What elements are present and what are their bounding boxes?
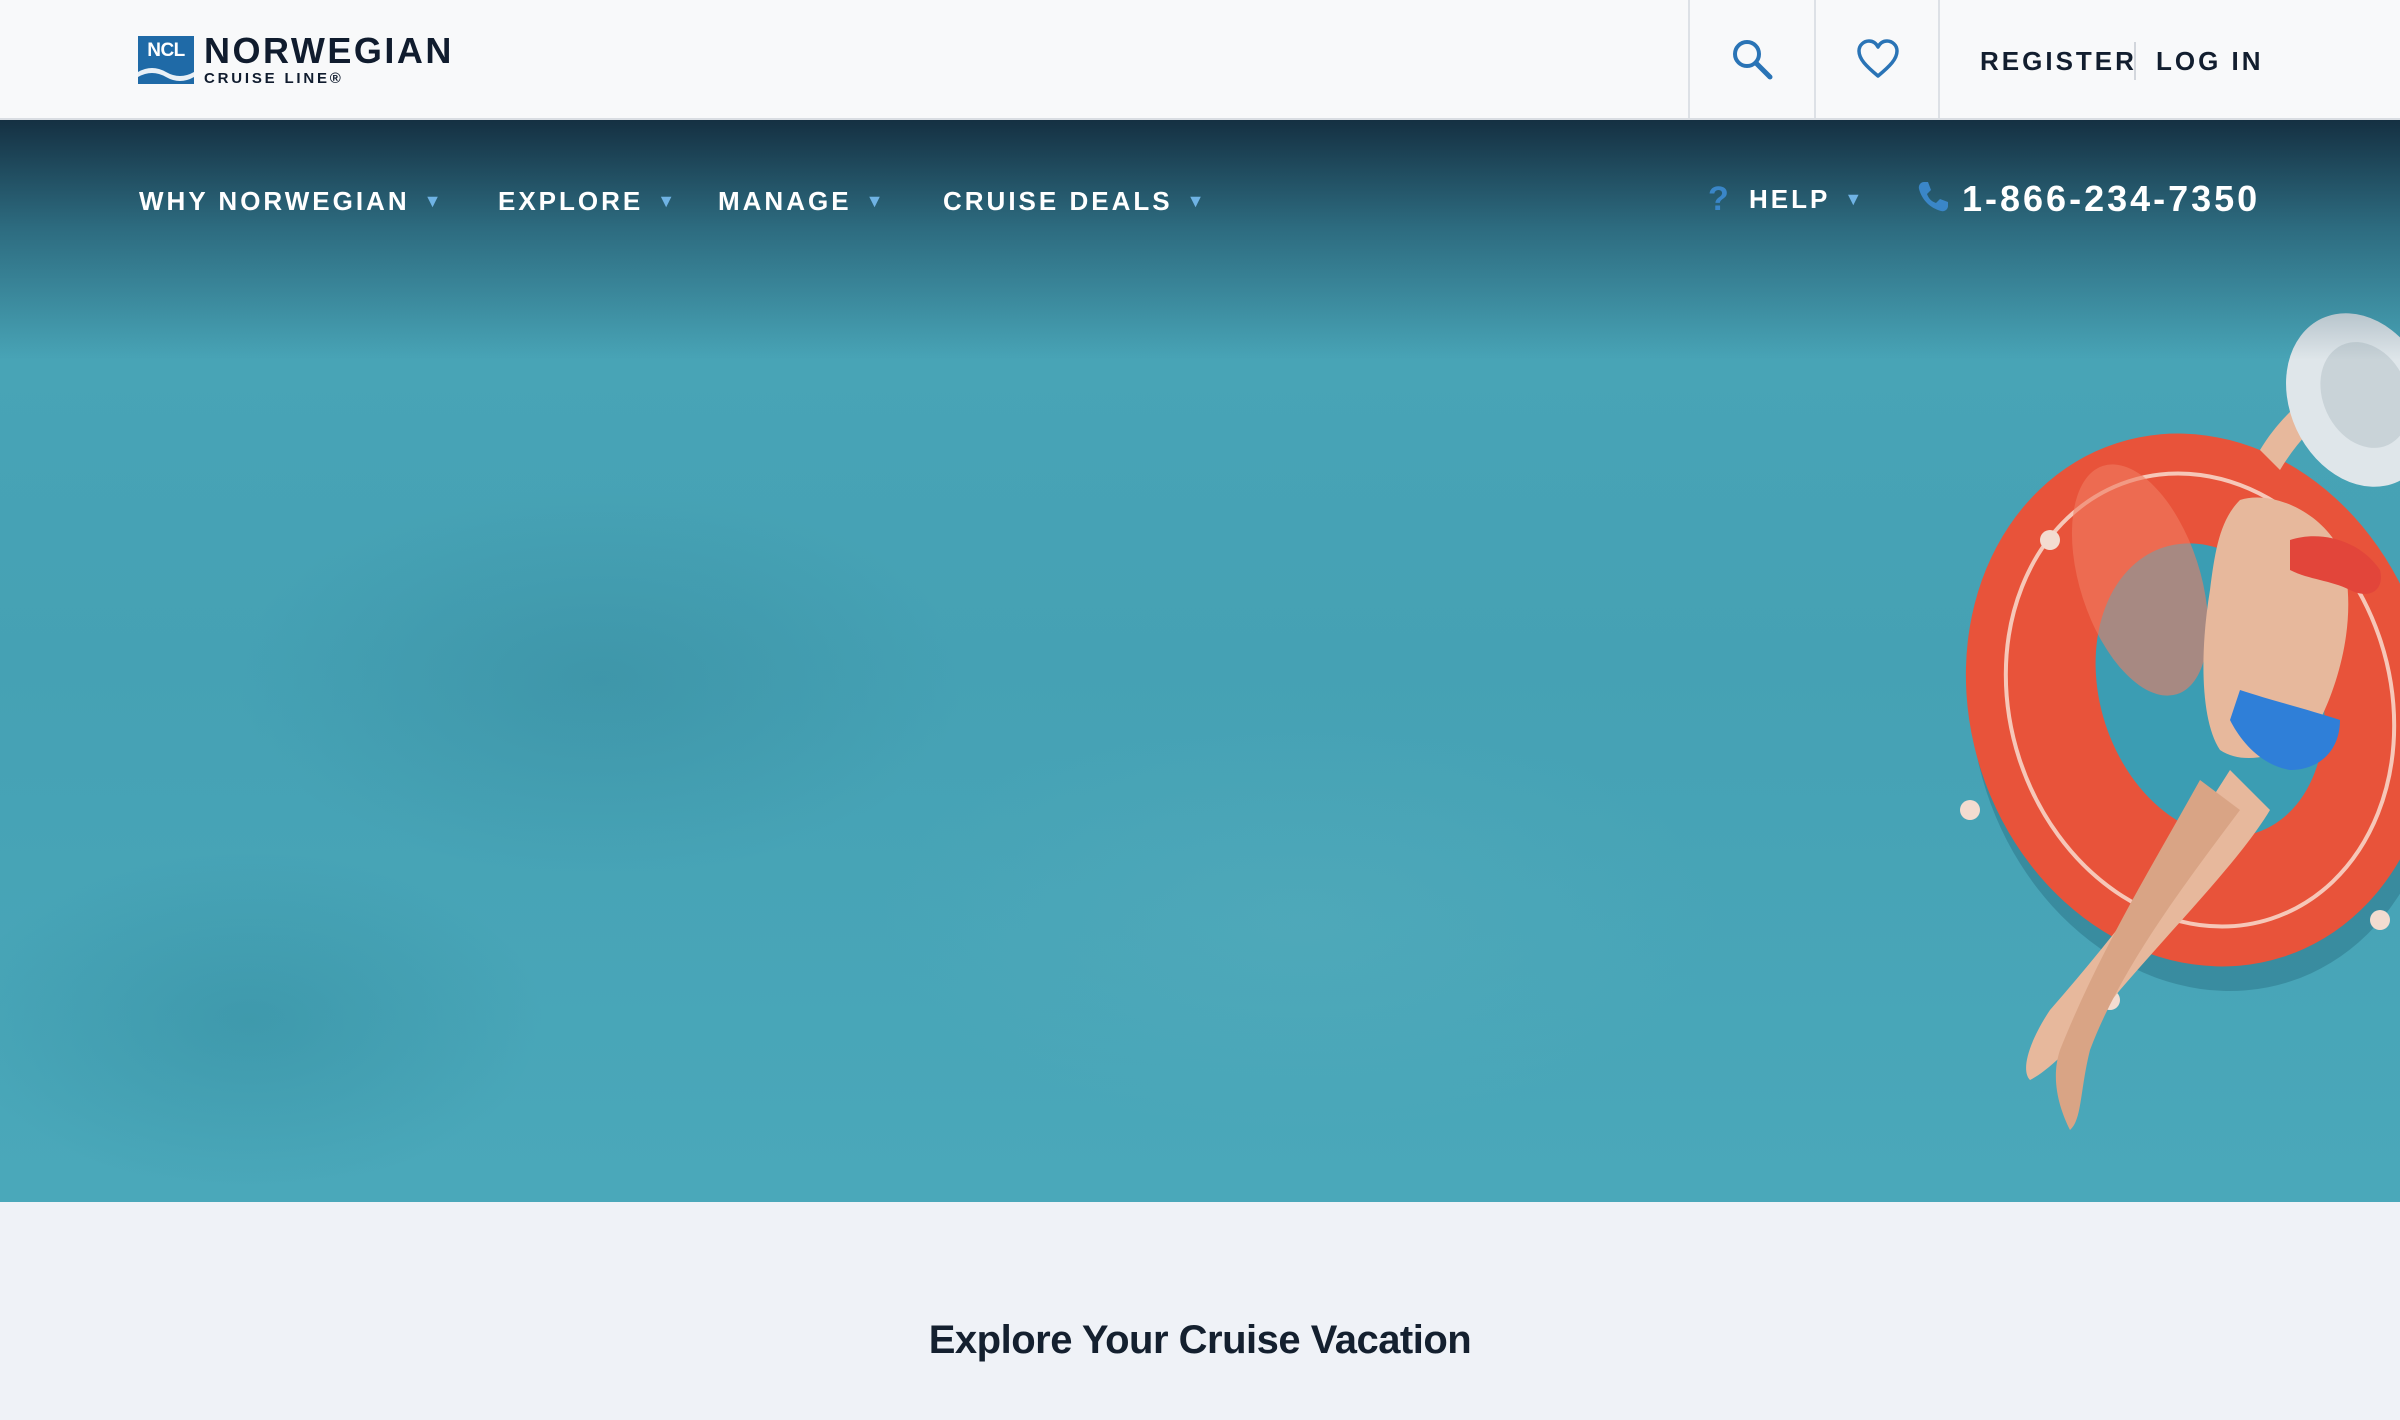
login-link[interactable]: LOG IN bbox=[2156, 46, 2264, 76]
caret-down-icon: ▼ bbox=[657, 191, 679, 211]
top-header: NCL NORWEGIAN CRUISE LINE® REGISTER LOG … bbox=[0, 0, 2400, 120]
register-link[interactable]: REGISTER bbox=[1980, 46, 2137, 76]
logo-badge-text: NCL bbox=[147, 40, 185, 61]
nav-manage[interactable]: MANAGE ▼ bbox=[718, 186, 886, 216]
nav-label: EXPLORE bbox=[498, 186, 644, 216]
nav-cruise-deals[interactable]: CRUISE DEALS ▼ bbox=[943, 186, 1207, 216]
wave-icon bbox=[138, 68, 194, 84]
caret-down-icon: ▼ bbox=[865, 191, 887, 211]
hero-banner bbox=[0, 120, 2400, 1202]
nav-label: MANAGE bbox=[718, 186, 852, 216]
caret-down-icon: ▼ bbox=[1186, 191, 1208, 211]
nav-shade-overlay bbox=[0, 120, 2400, 360]
nav-help[interactable]: HELP ▼ bbox=[1749, 184, 1865, 214]
caret-down-icon: ▼ bbox=[423, 191, 445, 211]
nav-label: HELP bbox=[1749, 184, 1831, 214]
brand-subtitle: CRUISE LINE® bbox=[204, 70, 344, 87]
search-button[interactable] bbox=[1688, 0, 1814, 118]
phone-number-link[interactable]: 1-866-234-7350 bbox=[1962, 178, 2260, 220]
nav-explore[interactable]: EXPLORE ▼ bbox=[498, 186, 678, 216]
hero-woman-on-float-image bbox=[1960, 313, 2400, 1130]
section-title: Explore Your Cruise Vacation bbox=[928, 1318, 1472, 1362]
heart-icon bbox=[1857, 39, 1899, 78]
logo-badge: NCL bbox=[138, 36, 194, 84]
nav-why-norwegian[interactable]: WHY NORWEGIAN ▼ bbox=[139, 186, 444, 216]
help-question-icon: ? bbox=[1708, 180, 1729, 218]
phone-icon bbox=[1918, 182, 1948, 212]
brand-name: NORWEGIAN bbox=[204, 30, 454, 71]
favorites-button[interactable] bbox=[1814, 0, 1940, 118]
auth-divider bbox=[2134, 42, 2136, 80]
caret-down-icon: ▼ bbox=[1844, 189, 1866, 209]
search-icon bbox=[1733, 40, 1773, 80]
nav-label: CRUISE DEALS bbox=[943, 186, 1173, 216]
nav-label: WHY NORWEGIAN bbox=[139, 186, 410, 216]
header-divider bbox=[1938, 0, 1940, 118]
